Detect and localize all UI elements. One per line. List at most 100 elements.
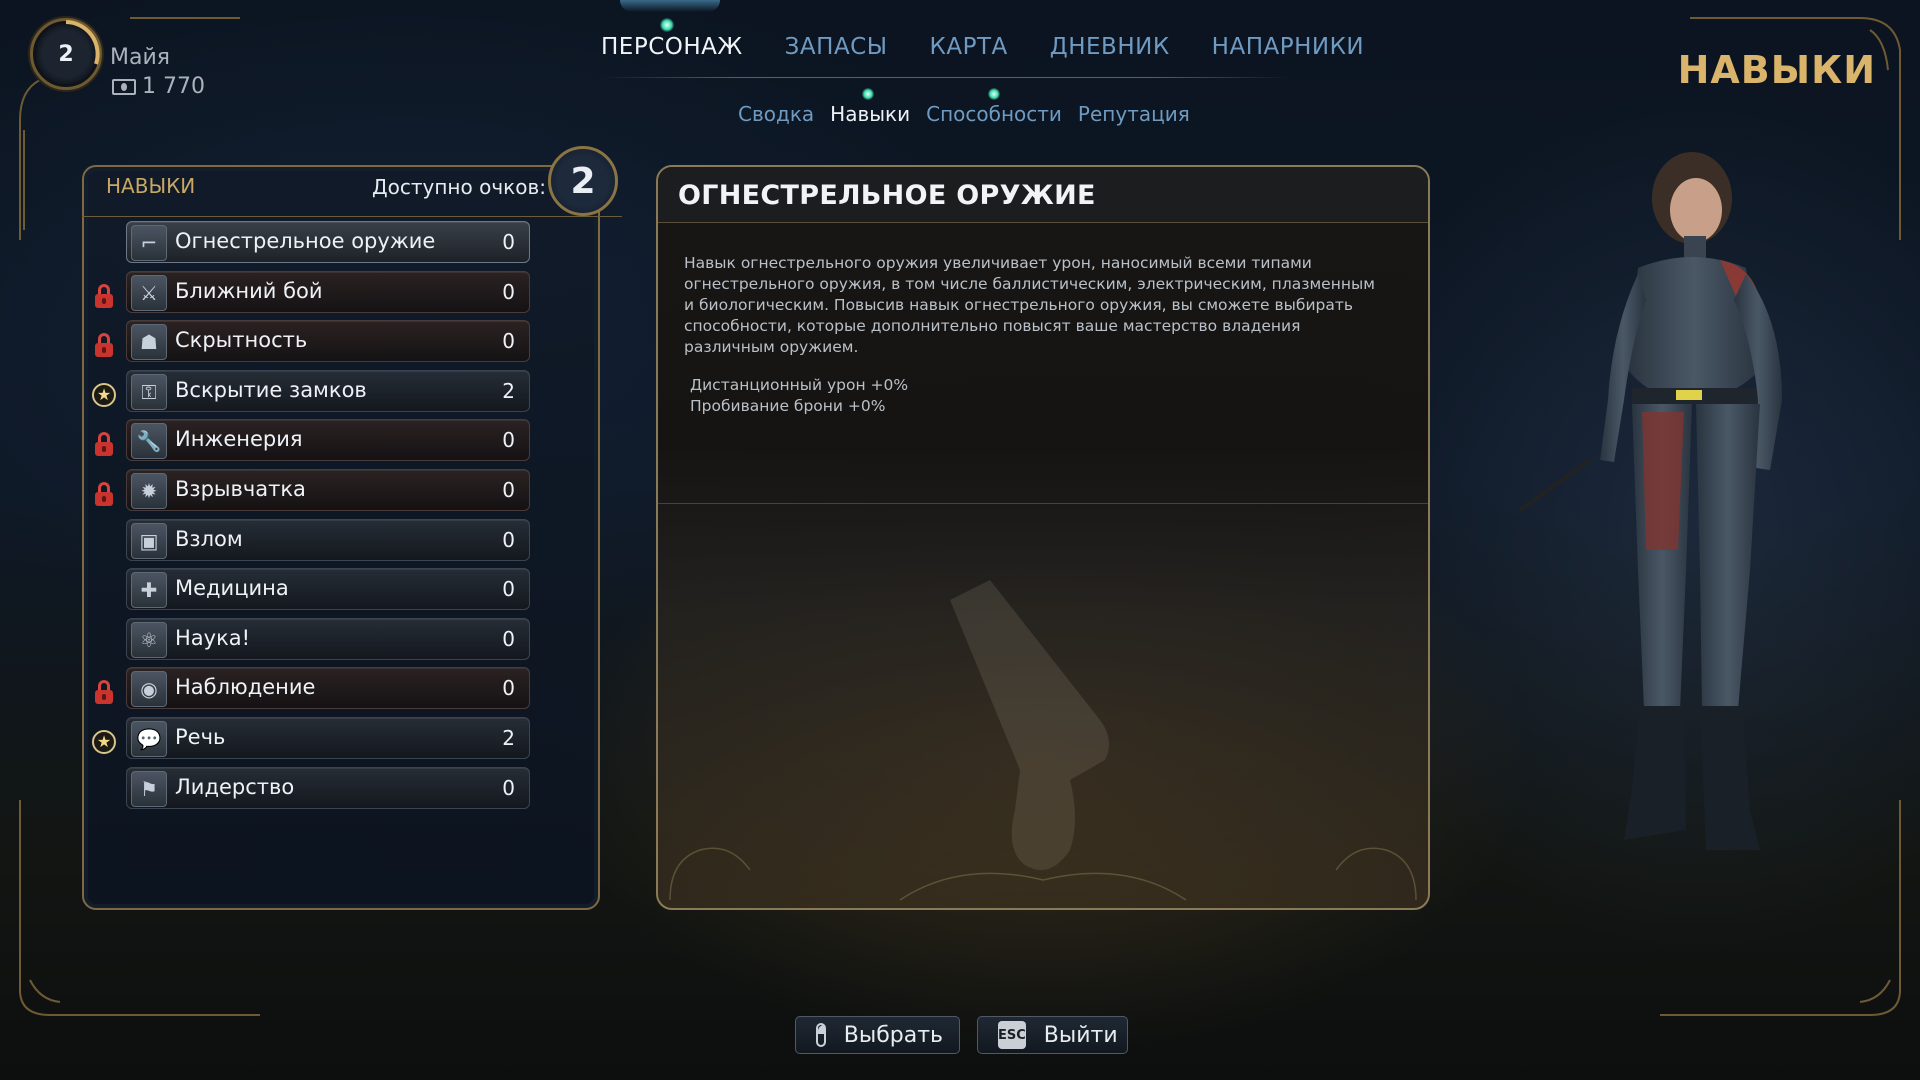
tab-map[interactable]: КАРТА [909, 34, 1029, 60]
skill-marker-none [92, 779, 116, 805]
tab-journal[interactable]: ДНЕВНИК [1029, 34, 1191, 60]
perks-notification-gem-icon [988, 88, 1000, 100]
skill-marker-none [92, 233, 116, 259]
skill-button[interactable]: ✚ Медицина 0 [126, 568, 530, 611]
skill-button[interactable]: ☗ Скрытность 0 [126, 320, 530, 363]
lock-icon [92, 431, 116, 457]
lock-icon [92, 332, 116, 358]
skill-name: Скрытность [175, 328, 308, 353]
currency-amount: 1 770 [142, 74, 205, 99]
skill-name: Взрывчатка [175, 476, 306, 501]
skills-notification-gem-icon [862, 88, 874, 100]
tab-character[interactable]: ПЕРСОНАЖ [580, 34, 764, 60]
subtab-skills[interactable]: Навыки [822, 102, 918, 126]
player-name: Майя [110, 45, 170, 70]
hack-icon: ▣ [131, 522, 167, 559]
skill-name: Ближний бой [175, 278, 323, 303]
skill-row-explosives[interactable]: ✹ Взрывчатка 0 [92, 468, 532, 519]
subtab-reputation[interactable]: Репутация [1070, 102, 1198, 126]
active-tab-glow [620, 0, 720, 12]
skill-button[interactable]: ⚛ Наука! 0 [126, 617, 530, 660]
tab-companions[interactable]: НАПАРНИКИ [1191, 34, 1385, 60]
mouse-left-click-icon [816, 1023, 826, 1047]
select-prompt-button[interactable]: Выбрать [795, 1016, 960, 1054]
atom-icon: ⚛ [131, 621, 167, 658]
skill-button[interactable]: ⚿ Вскрытие замков 2 [126, 369, 530, 412]
star-icon: ★ [92, 382, 116, 408]
explosive-icon: ✹ [131, 472, 167, 509]
skill-button[interactable]: 🔧 Инженерия 0 [126, 419, 530, 462]
wrench-icon: 🔧 [131, 423, 167, 460]
star-icon: ★ [92, 729, 116, 755]
available-points-badge: 2 [548, 146, 618, 216]
tab-inventory[interactable]: ЗАПАСЫ [764, 34, 909, 60]
main-tabs: ПЕРСОНАЖ ЗАПАСЫ КАРТА ДНЕВНИК НАПАРНИКИ [580, 34, 1385, 60]
lock-icon [92, 283, 116, 309]
skill-row-observation[interactable]: ◉ Наблюдение 0 [92, 667, 532, 717]
skill-row-firearms[interactable]: ⌐ Огнестрельное оружие 0 [92, 221, 532, 271]
character-portrait [1520, 152, 1782, 850]
skill-button[interactable]: ⌐ Огнестрельное оружие 0 [126, 221, 530, 263]
skill-list: ⌐ Огнестрельное оружие 0 ⚔ Ближний бой 0… [92, 221, 532, 816]
currency-display: 1 770 [112, 74, 205, 99]
skill-name: Вскрытие замков [175, 377, 367, 402]
melee-icon: ⚔ [131, 274, 167, 311]
skill-name: Лидерство [175, 774, 295, 799]
skill-value: 0 [502, 626, 515, 651]
lock-icon [92, 679, 116, 705]
exit-prompt-label: Выйти [1043, 1022, 1118, 1048]
skill-button[interactable]: ▣ Взлом 0 [126, 518, 530, 561]
skill-name: Огнестрельное оружие [175, 229, 436, 253]
skill-button[interactable]: ✹ Взрывчатка 0 [126, 468, 530, 511]
skills-panel-title: НАВЫКИ [106, 174, 196, 198]
skill-row-leadership[interactable]: ⚑ Лидерство 0 [92, 766, 532, 817]
skill-value: 0 [502, 577, 515, 602]
skill-value: 2 [502, 725, 515, 750]
flag-icon: ⚑ [131, 770, 167, 807]
available-points-label: Доступно очков: [372, 175, 546, 199]
skill-button[interactable]: ⚑ Лидерство 0 [126, 766, 530, 809]
skill-name: Инженерия [175, 427, 303, 452]
select-prompt-label: Выбрать [843, 1022, 943, 1048]
detail-title: ОГНЕСТРЕЛЬНОЕ ОРУЖИЕ [678, 180, 1096, 211]
exit-prompt-button[interactable]: ESC Выйти [977, 1016, 1128, 1054]
active-tab-gem-icon [660, 18, 674, 32]
skill-marker-none [92, 630, 116, 656]
sub-tabs: Сводка Навыки Способности Репутация [730, 102, 1198, 126]
detail-stat-armor-penetration: Пробивание брони +0% [690, 397, 886, 415]
skill-value: 0 [502, 477, 515, 502]
speech-icon: 💬 [131, 720, 167, 757]
money-icon [112, 78, 136, 95]
skill-value: 0 [502, 230, 515, 254]
skill-row-lockpicking[interactable]: ★ ⚿ Вскрытие замков 2 [92, 369, 532, 420]
stealth-icon: ☗ [131, 324, 167, 361]
subtab-perks[interactable]: Способности [918, 102, 1070, 126]
detail-description: Навык огнестрельного оружия увеличивает … [684, 254, 1375, 356]
level-number: 2 [58, 41, 74, 67]
skill-name: Медицина [175, 576, 289, 601]
skill-button[interactable]: ◉ Наблюдение 0 [126, 667, 530, 710]
detail-ornament [669, 847, 1417, 901]
skill-row-science[interactable]: ⚛ Наука! 0 [92, 617, 532, 668]
skill-row-melee[interactable]: ⚔ Ближний бой 0 [92, 270, 532, 321]
detail-divider [658, 503, 1428, 504]
lock-icon [92, 481, 116, 507]
skill-name: Речь [175, 724, 226, 749]
skill-value: 0 [502, 428, 515, 453]
skill-marker-none [92, 580, 116, 606]
skill-row-medicine[interactable]: ✚ Медицина 0 [92, 568, 532, 618]
esc-key-icon: ESC [998, 1021, 1026, 1049]
skill-button[interactable]: ⚔ Ближний бой 0 [126, 270, 530, 313]
skill-value: 0 [502, 279, 515, 304]
skill-row-speech[interactable]: ★ 💬 Речь 2 [92, 716, 532, 767]
skill-row-hacking[interactable]: ▣ Взлом 0 [92, 518, 532, 569]
skill-value: 2 [502, 378, 515, 403]
skill-row-stealth[interactable]: ☗ Скрытность 0 [92, 320, 532, 370]
skill-marker-none [92, 531, 116, 557]
skill-button[interactable]: 💬 Речь 2 [126, 716, 530, 759]
skill-row-engineering[interactable]: 🔧 Инженерия 0 [92, 419, 532, 469]
skill-name: Наблюдение [175, 675, 316, 700]
skill-value: 0 [502, 676, 515, 701]
skill-value: 0 [502, 329, 515, 354]
subtab-summary[interactable]: Сводка [730, 102, 822, 126]
